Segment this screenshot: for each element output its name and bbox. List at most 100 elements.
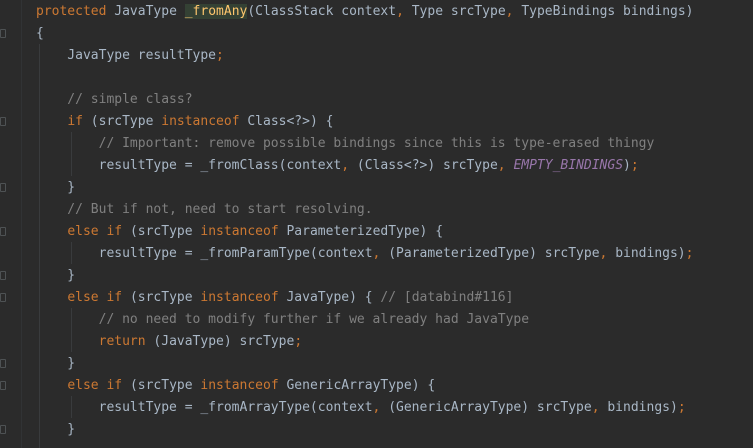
code-line[interactable]: }	[0, 419, 753, 441]
code-line[interactable]: // simple class?	[0, 89, 753, 111]
code-text: resultType = _fromClass(context, (Class<…	[36, 155, 639, 177]
code-line[interactable]: else if (srcType instanceof GenericArray…	[0, 375, 753, 397]
code-token: }	[36, 180, 76, 195]
code-token: GenericArrayType) {	[286, 378, 436, 393]
code-text: {	[36, 23, 44, 45]
code-line[interactable]: return (JavaType) srcType;	[0, 331, 753, 353]
code-line[interactable]: JavaType resultType;	[0, 45, 753, 67]
code-token: instanceof	[200, 224, 287, 239]
fold-marker-icon[interactable]	[0, 29, 6, 38]
code-token: instanceof	[200, 290, 287, 305]
code-token: instanceof	[161, 114, 248, 129]
code-line[interactable]: resultType = _fromArrayType(context, (Ge…	[0, 397, 753, 419]
fold-marker-icon[interactable]	[0, 227, 6, 236]
code-token: if	[67, 114, 91, 129]
code-text: else if (srcType instanceof Parameterize…	[36, 221, 443, 243]
code-line[interactable]: resultType = _fromClass(context, (Class<…	[0, 155, 753, 177]
code-text: JavaType resultType;	[36, 45, 224, 67]
code-token: JavaType resultType	[36, 48, 217, 63]
code-text: return (JavaType) srcType;	[36, 331, 303, 353]
code-line[interactable]: else if (srcType instanceof Parameterize…	[0, 221, 753, 243]
code-token: JavaType	[114, 4, 185, 19]
code-token: ;	[630, 158, 639, 173]
code-token: )	[623, 158, 631, 173]
code-text: // no need to modify further if we alrea…	[36, 309, 529, 331]
fold-marker-icon[interactable]	[0, 381, 6, 390]
code-token: return	[98, 334, 154, 349]
code-token: ParameterizedType) {	[286, 224, 444, 239]
code-token: else if	[67, 290, 130, 305]
code-text: // Important: remove possible bindings s…	[36, 133, 655, 155]
code-token: }	[36, 356, 76, 371]
code-text: protected JavaType _fromAny(ClassStack c…	[36, 1, 694, 23]
code-token: (GenericArrayType) srcType	[388, 400, 592, 415]
code-line[interactable]: }	[0, 353, 753, 375]
code-token: ,	[372, 400, 389, 415]
code-token: ,	[497, 158, 514, 173]
code-token: Class<?>) {	[247, 114, 334, 129]
fold-marker-icon[interactable]	[0, 359, 6, 368]
code-token: ,	[341, 158, 357, 173]
code-line[interactable]: }	[0, 177, 753, 199]
code-line[interactable]: protected JavaType _fromAny(ClassStack c…	[0, 1, 753, 23]
code-token: (srcType	[129, 290, 201, 305]
fold-marker-icon[interactable]	[0, 117, 6, 126]
code-line[interactable]: {	[0, 23, 753, 45]
fold-marker-icon[interactable]	[0, 271, 6, 280]
code-token: (JavaType) srcType	[153, 334, 295, 349]
code-token: (srcType	[90, 114, 162, 129]
code-text: }	[36, 177, 75, 199]
code-text: // simple class?	[36, 89, 192, 111]
code-text: }	[36, 265, 75, 287]
code-token: ;	[677, 400, 686, 415]
code-token: bindings)	[615, 246, 686, 261]
code-token: instanceof	[200, 378, 287, 393]
code-token: (srcType	[129, 224, 201, 239]
code-editor[interactable]: protected JavaType _fromAny(ClassStack c…	[0, 0, 753, 448]
code-token: ,	[372, 246, 389, 261]
code-line[interactable]: // But if not, need to start resolving.	[0, 199, 753, 221]
code-token: ,	[591, 400, 608, 415]
code-token: // no need to modify further if we alrea…	[36, 312, 530, 327]
code-token: (ClassStack context	[247, 4, 397, 19]
code-token: EMPTY_BINDINGS	[513, 158, 624, 173]
code-text: else if (srcType instanceof GenericArray…	[36, 375, 435, 397]
code-token: // But if not, need to start resolving.	[36, 202, 373, 217]
code-text: }	[36, 353, 75, 375]
code-token: }	[36, 268, 76, 283]
code-token: ,	[396, 4, 412, 19]
code-token: (srcType	[129, 378, 201, 393]
code-token: ;	[216, 48, 224, 63]
code-text: // But if not, need to start resolving.	[36, 199, 373, 221]
code-token: ;	[685, 246, 694, 261]
code-token: Type srcType	[411, 4, 506, 19]
code-token: resultType = _fromParamType(context	[36, 246, 373, 261]
code-token: JavaType) {	[286, 290, 381, 305]
code-text: if (srcType instanceof Class<?>) {	[36, 111, 333, 133]
code-token: bindings)	[607, 400, 678, 415]
code-line[interactable]: else if (srcType instanceof JavaType) { …	[0, 287, 753, 309]
code-token: (Class<?>) srcType	[356, 158, 498, 173]
code-line[interactable]: }	[0, 265, 753, 287]
code-token: }	[36, 422, 76, 437]
fold-marker-icon[interactable]	[0, 293, 6, 302]
fold-marker-icon[interactable]	[0, 425, 6, 434]
code-line[interactable]: if (srcType instanceof Class<?>) {	[0, 111, 753, 133]
code-text: else if (srcType instanceof JavaType) { …	[36, 287, 513, 309]
code-text: resultType = _fromArrayType(context, (Ge…	[36, 397, 686, 419]
code-text: resultType = _fromParamType(context, (Pa…	[36, 243, 694, 265]
code-token: TypeBindings bindings)	[521, 4, 694, 19]
code-token: else if	[67, 224, 130, 239]
code-line[interactable]: resultType = _fromParamType(context, (Pa…	[0, 243, 753, 265]
fold-marker-icon[interactable]	[0, 183, 6, 192]
code-text: }	[36, 419, 75, 441]
code-token: ;	[294, 334, 303, 349]
code-line[interactable]: // no need to modify further if we alrea…	[0, 309, 753, 331]
code-line[interactable]	[0, 67, 753, 89]
code-token: // Important: remove possible bindings s…	[36, 136, 655, 151]
code-line[interactable]: // Important: remove possible bindings s…	[0, 133, 753, 155]
